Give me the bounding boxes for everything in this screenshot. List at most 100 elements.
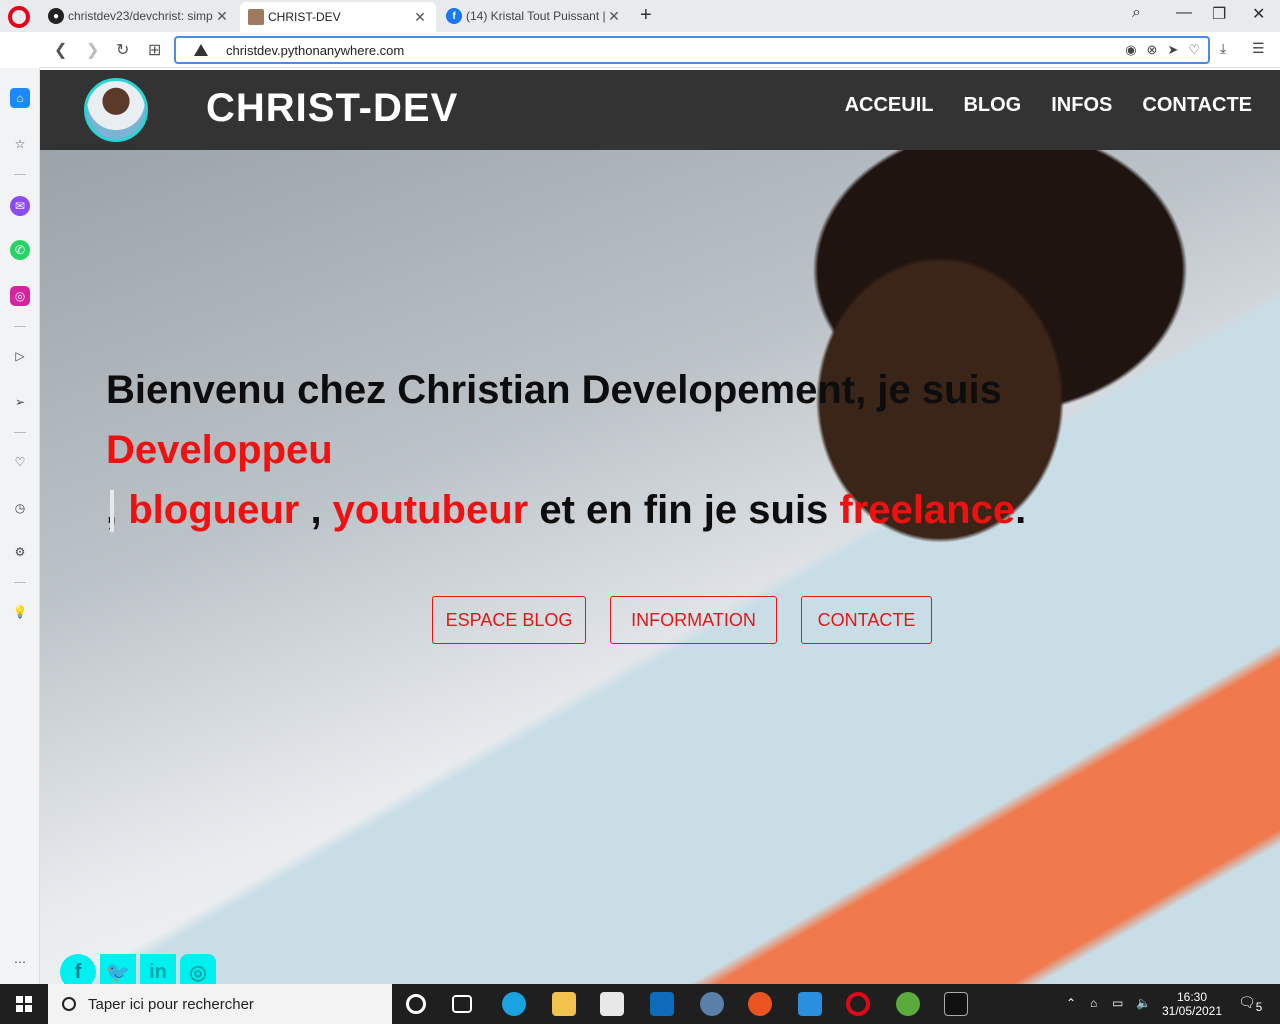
nav-contacte[interactable]: CONTACTE <box>1142 94 1252 117</box>
close-tab-icon[interactable]: ✕ <box>412 9 428 26</box>
address-bar[interactable]: christdev.pythonanywhere.com ◉ ⊗ ➤ ♡ <box>174 36 1210 64</box>
sidebar-divider <box>14 582 26 583</box>
windows-taskbar: Taper ici pour rechercher ⌃ ⌂ ▭ 🔈 16:30 … <box>0 984 1280 1024</box>
cortana-icon[interactable] <box>406 994 426 1014</box>
tab-github[interactable]: ● christdev23/devchrist: simp ✕ <box>40 2 238 30</box>
notification-center-icon[interactable]: 🗨5 <box>1238 994 1262 1014</box>
utorrent-icon[interactable] <box>896 992 920 1016</box>
hero-highlight-youtubeur: youtubeur <box>332 488 529 532</box>
store-icon[interactable] <box>600 992 624 1016</box>
pgadmin-icon[interactable] <box>700 992 724 1016</box>
espace-blog-button[interactable]: ESPACE BLOG <box>432 596 586 644</box>
site-brand[interactable]: CHRIST-DEV <box>206 86 458 131</box>
hero-background-photo: Bienvenu chez Christian Developement, je… <box>40 150 1280 984</box>
vscode-icon[interactable] <box>798 992 822 1016</box>
hero-sep: , <box>299 488 333 532</box>
windows-start-icon[interactable] <box>16 996 32 1012</box>
url-text[interactable]: christdev.pythonanywhere.com <box>226 43 404 58</box>
linkedin-icon[interactable]: in <box>140 954 176 984</box>
opera-sidebar: ⌂ ☆ ✉ ✆ ◎ ▷ ➢ ♡ ◷ ⚙ 💡 ⋯ <box>0 68 40 984</box>
back-icon[interactable]: ❮ <box>54 40 67 60</box>
download-icon[interactable]: ⤓ <box>1220 40 1226 57</box>
new-tab-button[interactable]: + <box>640 4 652 27</box>
tray-volume-icon[interactable]: 🔈 <box>1136 996 1151 1010</box>
reload-icon[interactable]: ↻ <box>116 40 129 60</box>
facebook-icon[interactable]: f <box>60 954 96 984</box>
hero-highlight-freelance: freelance <box>839 488 1016 532</box>
sidebar-divider <box>14 432 26 433</box>
social-links: f 🐦 in ◎ <box>60 954 216 984</box>
tab-christ-dev[interactable]: CHRIST-DEV ✕ <box>240 2 436 32</box>
tray-network-icon[interactable]: ⌂ <box>1090 996 1097 1010</box>
sidebar-divider <box>14 326 26 327</box>
search-placeholder: Taper ici pour rechercher <box>88 995 254 1013</box>
opera-icon[interactable] <box>846 992 870 1016</box>
website-viewport: CHRIST-DEV ACCEUIL BLOG INFOS CONTACTE B… <box>40 68 1280 984</box>
search-icon <box>62 997 76 1011</box>
browser-tab-strip: ● christdev23/devchrist: simp ✕ CHRIST-D… <box>0 0 1280 32</box>
ubuntu-icon[interactable] <box>748 992 772 1016</box>
hero-text-prefix: Bienvenu chez Christian Developement, je… <box>106 368 1002 412</box>
sidebar-divider <box>14 174 26 175</box>
nav-infos[interactable]: INFOS <box>1051 94 1112 117</box>
speed-dial-icon[interactable]: ⊞ <box>148 40 161 60</box>
tab-facebook[interactable]: f (14) Kristal Tout Puissant | F ✕ <box>438 2 630 30</box>
heart-icon[interactable]: ♡ <box>10 452 30 472</box>
notification-count: 5 <box>1255 1000 1263 1014</box>
lightbulb-icon[interactable]: 💡 <box>10 602 30 622</box>
more-icon[interactable]: ⋯ <box>10 952 30 972</box>
history-icon[interactable]: ◷ <box>10 498 30 518</box>
opera-menu-icon[interactable] <box>8 6 30 28</box>
easy-setup-icon[interactable]: ☰ <box>1252 40 1265 57</box>
nav-blog[interactable]: BLOG <box>963 94 1021 117</box>
player-icon[interactable]: ▷ <box>10 346 30 366</box>
nav-acceuil[interactable]: ACCEUIL <box>845 94 934 117</box>
instagram-icon[interactable]: ◎ <box>180 954 216 984</box>
forward-icon[interactable]: ❯ <box>86 40 99 60</box>
heart-icon[interactable]: ♡ <box>1188 42 1200 58</box>
tab-search-icon[interactable]: ⌕ <box>1132 4 1141 22</box>
clock-time: 16:30 <box>1176 990 1208 1004</box>
send-icon[interactable]: ➢ <box>10 392 30 412</box>
instagram-icon[interactable]: ◎ <box>10 286 30 306</box>
tray-chevron-icon[interactable]: ⌃ <box>1066 996 1076 1010</box>
site-avatar-icon <box>248 9 264 25</box>
hero-headline: Bienvenu chez Christian Developement, je… <box>106 360 1236 540</box>
terminal-icon[interactable] <box>944 992 968 1016</box>
minimize-button[interactable]: — <box>1176 4 1192 22</box>
edge-icon[interactable] <box>502 992 526 1016</box>
restore-button[interactable]: ❐ <box>1212 4 1226 24</box>
clock-date: 31/05/2021 <box>1161 1004 1223 1018</box>
star-icon[interactable]: ☆ <box>10 134 30 154</box>
close-tab-icon[interactable]: ✕ <box>606 8 622 25</box>
home-icon[interactable]: ⌂ <box>10 88 30 108</box>
hero-text-end: . <box>1015 488 1027 532</box>
facebook-icon: f <box>446 8 462 24</box>
hero-text-mid: et en fin je suis <box>528 488 840 532</box>
contacte-button[interactable]: CONTACTE <box>801 596 932 644</box>
tray-battery-icon[interactable]: ▭ <box>1112 996 1123 1010</box>
warning-icon <box>194 44 208 56</box>
hero-highlight-developpeur: Developpeu <box>106 428 333 472</box>
whatsapp-icon[interactable]: ✆ <box>10 240 30 260</box>
camera-icon[interactable]: ◉ <box>1125 42 1136 58</box>
close-tab-icon[interactable]: ✕ <box>214 8 230 25</box>
browser-toolbar: ❮ ❯ ↻ ⊞ christdev.pythonanywhere.com ◉ ⊗… <box>40 32 1280 68</box>
adblock-icon[interactable]: ⊗ <box>1147 42 1158 58</box>
main-nav: ACCEUIL BLOG INFOS CONTACTE <box>845 94 1252 117</box>
settings-icon[interactable]: ⚙ <box>10 542 30 562</box>
mail-icon[interactable] <box>650 992 674 1016</box>
information-button[interactable]: INFORMATION <box>610 596 777 644</box>
close-window-button[interactable]: ✕ <box>1252 4 1265 24</box>
twitter-icon[interactable]: 🐦 <box>100 954 136 984</box>
taskbar-search[interactable]: Taper ici pour rechercher <box>48 984 392 1024</box>
hero-highlight-blogueur: blogueur <box>128 488 300 532</box>
avatar[interactable] <box>84 78 148 142</box>
send-icon[interactable]: ➤ <box>1167 42 1178 58</box>
file-explorer-icon[interactable] <box>552 992 576 1016</box>
messenger-icon[interactable]: ✉ <box>10 196 30 216</box>
github-icon: ● <box>48 8 64 24</box>
task-view-icon[interactable] <box>452 995 472 1013</box>
typing-cursor <box>110 490 114 532</box>
clock[interactable]: 16:30 31/05/2021 <box>1160 990 1224 1018</box>
